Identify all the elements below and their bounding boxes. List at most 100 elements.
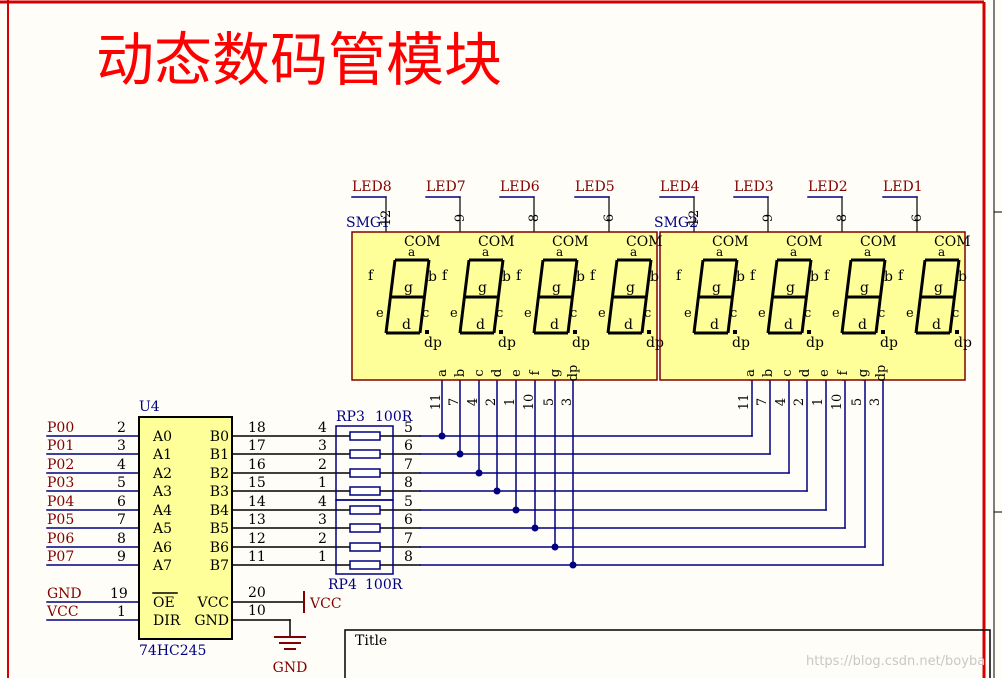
segment-d-label: d	[858, 317, 867, 333]
segment-dp	[499, 330, 503, 334]
segment-g-label: g	[552, 280, 561, 296]
segment-e-label: e	[524, 306, 532, 321]
b-pin-name: B3	[210, 484, 229, 500]
segment-b-label: b	[736, 269, 745, 285]
rp-right-pin-number: 7	[404, 457, 413, 473]
segment-pin-name: b	[761, 369, 776, 377]
segment-c-label: c	[644, 306, 651, 321]
segment-pin-name: dp	[566, 365, 581, 382]
resistor-element	[349, 431, 381, 441]
com-net-label: LED4	[660, 179, 700, 195]
junction-dot	[438, 432, 446, 440]
rp-right-pin-number: 7	[404, 531, 413, 547]
a-pin-number: 6	[117, 494, 126, 510]
a-pin-name: A7	[152, 558, 172, 574]
com-net-label: LED7	[426, 179, 466, 195]
resistor-element	[349, 505, 381, 515]
schematic-sheet: 动态数码管模块 SMG1LED812LED79LED68LED56COMaf bg…	[0, 0, 1002, 678]
gnd-pin-number: 10	[248, 603, 266, 619]
b-pin-number: 16	[248, 457, 266, 473]
com-pin-number: 6	[910, 214, 925, 222]
page-title: 动态数码管模块	[96, 26, 502, 94]
com-pin-number: 9	[761, 214, 776, 222]
segment-d-label: d	[932, 317, 941, 333]
segment-c-label: c	[952, 306, 959, 321]
segment-pin-name: a	[435, 369, 450, 377]
segment-c-label: c	[878, 306, 885, 321]
dir-net-label: VCC	[46, 604, 79, 620]
a-pin-name: A6	[152, 540, 172, 556]
a-pin-name: A3	[152, 484, 172, 500]
segment-pin-number: 7	[755, 398, 770, 406]
oe-net-label: GND	[47, 586, 82, 602]
b-pin-name: B6	[210, 540, 229, 556]
segment-dp-label: dp	[572, 335, 590, 351]
resistor-element	[349, 486, 381, 496]
segment-e-label: e	[376, 306, 384, 321]
segment-dp-label: dp	[954, 335, 972, 351]
junction-dot	[531, 524, 539, 532]
com-pin-number: 9	[453, 214, 468, 222]
com-net-label: LED5	[575, 179, 615, 195]
title-block-label: Title	[355, 633, 387, 649]
segment-dp-label: dp	[732, 335, 750, 351]
a-pin-number: 5	[117, 475, 126, 491]
segment-pin-name: e	[509, 369, 524, 377]
resistor-element	[349, 468, 381, 478]
com-pin-number: 12	[687, 210, 702, 227]
vcc-power-label: VCC	[309, 596, 342, 612]
com-net-label: LED2	[808, 179, 848, 195]
segment-d-label: d	[710, 317, 719, 333]
com-pin-number: 8	[835, 214, 850, 222]
ic-designator: U4	[139, 399, 160, 415]
segment-pin-number: 4	[466, 398, 481, 406]
segment-pin-name: g	[856, 369, 871, 377]
rp-left-pin-number: 2	[318, 531, 327, 547]
segment-dp	[955, 330, 959, 334]
rp-right-pin-number: 6	[404, 438, 413, 454]
segment-g-label: g	[404, 280, 413, 296]
segment-d-label: d	[550, 317, 559, 333]
segment-pin-name: c	[472, 369, 487, 376]
segment-pin-number: 11	[429, 394, 444, 411]
b-pin-number: 12	[248, 531, 266, 547]
rp-right-pin-number: 5	[404, 494, 413, 510]
segment-pin-name: c	[780, 369, 795, 376]
port-net-label: P06	[47, 531, 74, 547]
junction-dot	[512, 506, 520, 514]
port-net-label: P02	[47, 457, 74, 473]
com-pin-number: 6	[602, 214, 617, 222]
segment-pin-name: b	[453, 369, 468, 377]
segment-c-label: c	[804, 306, 811, 321]
segment-dp-label: dp	[806, 335, 824, 351]
com-pin-number: 12	[379, 210, 394, 227]
dir-pin-name: DIR	[153, 613, 181, 629]
b-pin-name: B1	[210, 447, 229, 463]
segment-b-label: b	[576, 269, 585, 285]
segment-pin-number: 1	[503, 398, 518, 406]
vcc-pin-number: 20	[248, 585, 266, 601]
segment-pin-number: 2	[484, 398, 499, 406]
segment-g-label: g	[860, 280, 869, 296]
segment-pin-number: 10	[830, 394, 845, 411]
segment-b-label: b	[428, 269, 437, 285]
rp-right-pin-number: 8	[404, 475, 413, 491]
junction-dot	[456, 450, 464, 458]
port-net-label: P04	[47, 494, 74, 510]
com-net-label: LED8	[352, 179, 392, 195]
b-pin-number: 17	[248, 438, 266, 454]
segment-e-label: e	[684, 306, 692, 321]
rp-left-pin-number: 2	[318, 457, 327, 473]
segment-g-label: g	[712, 280, 721, 296]
rp-right-pin-number: 6	[404, 512, 413, 528]
segment-a-label: a	[630, 245, 637, 259]
segment-b-label: b	[650, 269, 659, 285]
b-pin-number: 18	[248, 420, 266, 436]
junction-dot	[569, 561, 577, 569]
segment-e-label: e	[758, 306, 766, 321]
resistor-element	[349, 523, 381, 533]
gnd-power-label: GND	[273, 660, 308, 676]
segment-e-label: e	[906, 306, 914, 321]
segment-pin-name: a	[743, 369, 758, 377]
segment-d-label: d	[784, 317, 793, 333]
